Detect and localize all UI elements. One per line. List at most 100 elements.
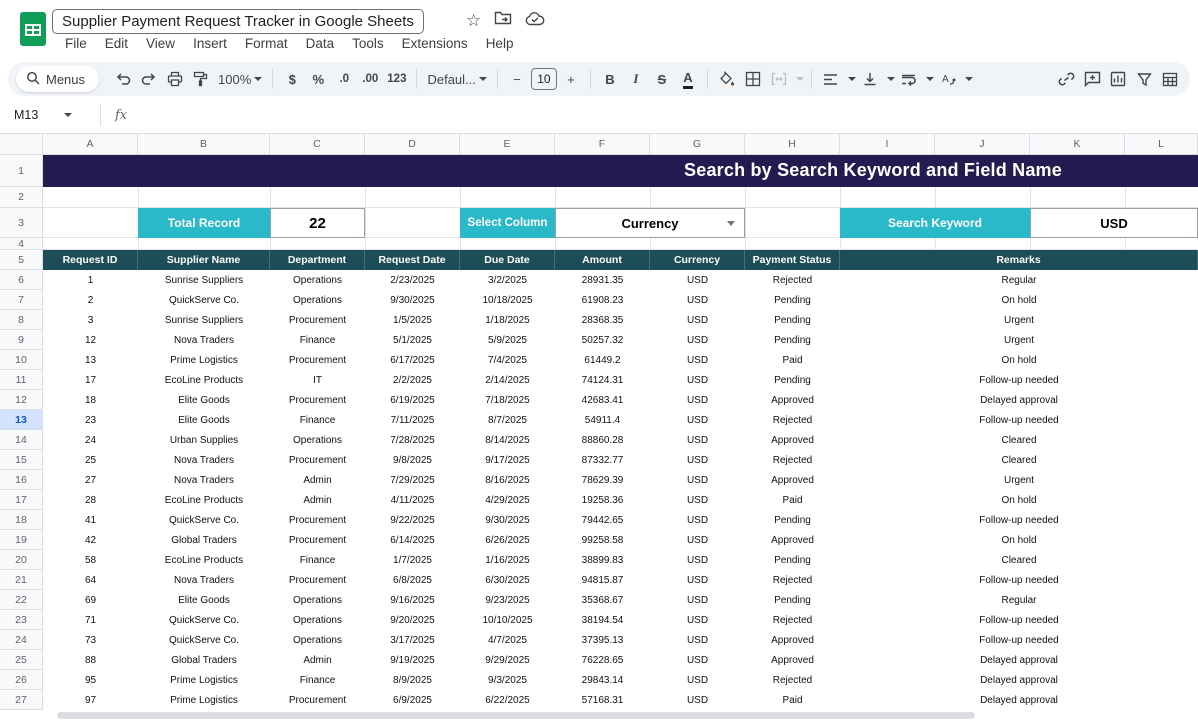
- cell[interactable]: Nova Traders: [138, 470, 270, 490]
- cell[interactable]: 99258.58: [555, 530, 650, 550]
- cell[interactable]: 2/14/2025: [460, 370, 555, 390]
- cell[interactable]: 17: [43, 370, 138, 390]
- cell[interactable]: 8/16/2025: [460, 470, 555, 490]
- cell[interactable]: 4/7/2025: [460, 630, 555, 650]
- row-header-9[interactable]: 9: [0, 330, 43, 350]
- cell[interactable]: Urgent: [840, 330, 1198, 350]
- filter-icon[interactable]: [1132, 66, 1156, 92]
- cell[interactable]: QuickServe Co.: [138, 610, 270, 630]
- cell[interactable]: 35368.67: [555, 590, 650, 610]
- cell[interactable]: Elite Goods: [138, 590, 270, 610]
- increase-font-size-button[interactable]: +: [559, 66, 583, 92]
- insert-chart-icon[interactable]: [1106, 66, 1130, 92]
- row-header-7[interactable]: 7: [0, 290, 43, 310]
- cell[interactable]: 7/18/2025: [460, 390, 555, 410]
- paint-format-icon[interactable]: [189, 66, 213, 92]
- horizontal-scrollbar[interactable]: [57, 712, 975, 719]
- cell[interactable]: USD: [650, 410, 745, 430]
- cell[interactable]: Procurement: [270, 450, 365, 470]
- cell[interactable]: 4/29/2025: [460, 490, 555, 510]
- column-header-g[interactable]: G: [650, 133, 745, 155]
- column-header-f[interactable]: F: [555, 133, 650, 155]
- cell[interactable]: Operations: [270, 590, 365, 610]
- cell[interactable]: 42: [43, 530, 138, 550]
- row-header-27[interactable]: 27: [0, 690, 43, 710]
- undo-icon[interactable]: [111, 66, 135, 92]
- cell[interactable]: 54911.4: [555, 410, 650, 430]
- font-select[interactable]: Defaul...: [424, 66, 489, 92]
- cell[interactable]: 3: [43, 310, 138, 330]
- cell[interactable]: 9/20/2025: [365, 610, 460, 630]
- cell[interactable]: 5/9/2025: [460, 330, 555, 350]
- total-record-value[interactable]: 22: [270, 208, 365, 238]
- cell[interactable]: 37395.13: [555, 630, 650, 650]
- column-header-l[interactable]: L: [1125, 133, 1198, 155]
- document-title-input[interactable]: Supplier Payment Request Tracker in Goog…: [52, 9, 424, 34]
- cell[interactable]: Follow-up needed: [840, 570, 1198, 590]
- cell[interactable]: Procurement: [270, 570, 365, 590]
- cell[interactable]: 76228.65: [555, 650, 650, 670]
- row-header-26[interactable]: 26: [0, 670, 43, 690]
- row-header-11[interactable]: 11: [0, 370, 43, 390]
- cell[interactable]: Pending: [745, 330, 840, 350]
- cell[interactable]: Operations: [270, 430, 365, 450]
- cell[interactable]: 9/22/2025: [365, 510, 460, 530]
- cell[interactable]: 78629.39: [555, 470, 650, 490]
- row-header-8[interactable]: 8: [0, 310, 43, 330]
- cell[interactable]: 58: [43, 550, 138, 570]
- cell[interactable]: 95: [43, 670, 138, 690]
- cell[interactable]: QuickServe Co.: [138, 510, 270, 530]
- menu-item-view[interactable]: View: [137, 33, 184, 54]
- horizontal-align-icon[interactable]: [819, 66, 843, 92]
- cell[interactable]: 29843.14: [555, 670, 650, 690]
- row-header-4[interactable]: 4: [0, 238, 43, 250]
- table-header-amount[interactable]: Amount: [555, 250, 650, 270]
- cell[interactable]: 10/10/2025: [460, 610, 555, 630]
- cell[interactable]: Urgent: [840, 310, 1198, 330]
- cell[interactable]: 18: [43, 390, 138, 410]
- cell[interactable]: Procurement: [270, 690, 365, 710]
- cell[interactable]: Approved: [745, 390, 840, 410]
- cell[interactable]: QuickServe Co.: [138, 290, 270, 310]
- insert-comment-icon[interactable]: [1080, 66, 1104, 92]
- horizontal-align-caret[interactable]: [848, 77, 856, 81]
- cell[interactable]: 7/28/2025: [365, 430, 460, 450]
- cell[interactable]: 79442.65: [555, 510, 650, 530]
- cell[interactable]: 9/3/2025: [460, 670, 555, 690]
- cell[interactable]: Elite Goods: [138, 410, 270, 430]
- cell[interactable]: Finance: [270, 410, 365, 430]
- cell[interactable]: 94815.87: [555, 570, 650, 590]
- row-header-15[interactable]: 15: [0, 450, 43, 470]
- cell[interactable]: 9/16/2025: [365, 590, 460, 610]
- cell[interactable]: 64: [43, 570, 138, 590]
- name-box-caret[interactable]: [64, 113, 72, 117]
- increase-decimal-button[interactable]: .00: [358, 66, 382, 92]
- cell[interactable]: Delayed approval: [840, 670, 1198, 690]
- merge-options-caret[interactable]: [796, 77, 804, 81]
- font-size-input[interactable]: 10: [531, 68, 557, 90]
- cell[interactable]: 88: [43, 650, 138, 670]
- cell[interactable]: USD: [650, 270, 745, 290]
- cell[interactable]: 9/19/2025: [365, 650, 460, 670]
- cell[interactable]: Pending: [745, 370, 840, 390]
- text-rotation-icon[interactable]: A: [936, 66, 960, 92]
- cell[interactable]: Follow-up needed: [840, 370, 1198, 390]
- cell[interactable]: Regular: [840, 270, 1198, 290]
- cell[interactable]: Rejected: [745, 570, 840, 590]
- row-header-14[interactable]: 14: [0, 430, 43, 450]
- cell[interactable]: Cleared: [840, 430, 1198, 450]
- table-header-department[interactable]: Department: [270, 250, 365, 270]
- table-header-supplier-name[interactable]: Supplier Name: [138, 250, 270, 270]
- cell[interactable]: 38194.54: [555, 610, 650, 630]
- format-percent-button[interactable]: %: [306, 66, 330, 92]
- cell[interactable]: 5/1/2025: [365, 330, 460, 350]
- cell[interactable]: Approved: [745, 650, 840, 670]
- cell[interactable]: USD: [650, 350, 745, 370]
- menu-item-help[interactable]: Help: [477, 33, 523, 54]
- cell[interactable]: 23: [43, 410, 138, 430]
- cell[interactable]: Follow-up needed: [840, 410, 1198, 430]
- cell[interactable]: 8/9/2025: [365, 670, 460, 690]
- cell[interactable]: USD: [650, 550, 745, 570]
- row-header-20[interactable]: 20: [0, 550, 43, 570]
- row-header-16[interactable]: 16: [0, 470, 43, 490]
